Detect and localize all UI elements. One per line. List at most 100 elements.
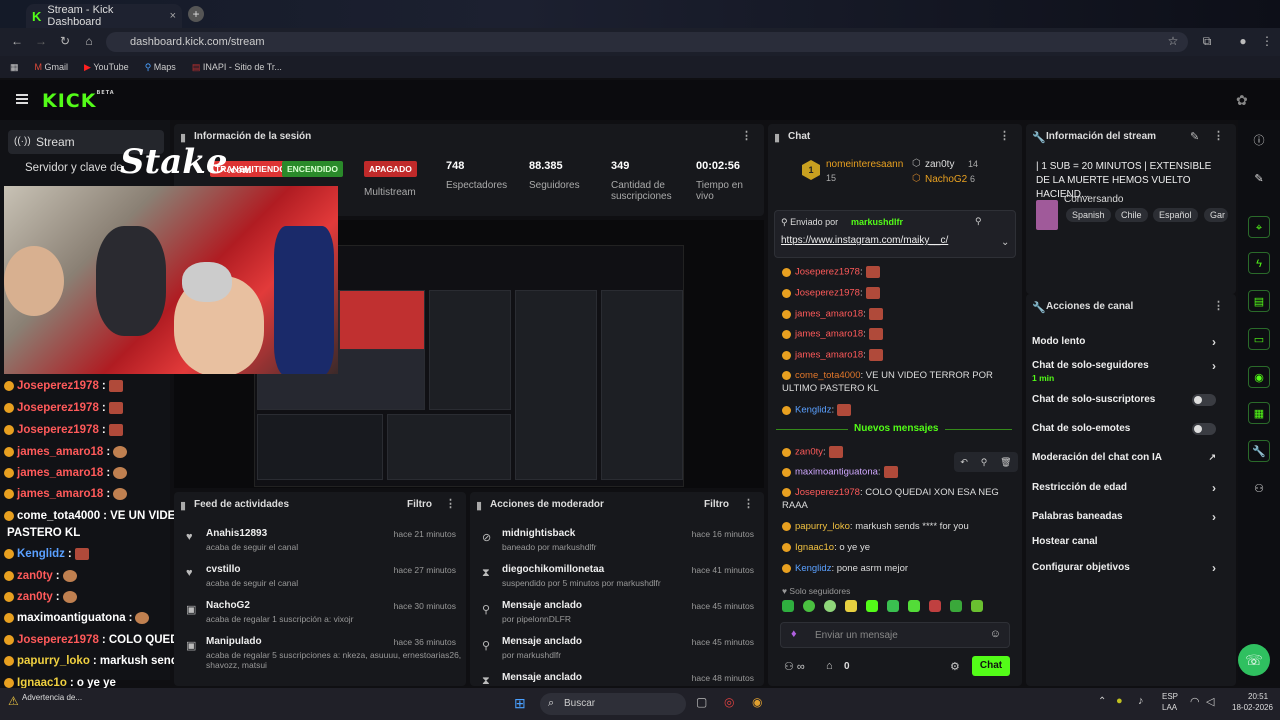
bookmark-youtube[interactable]: ▶ YouTube: [84, 62, 129, 73]
chevron-right-icon[interactable]: ›: [1212, 561, 1216, 575]
channel-action-row[interactable]: Hostear canal: [1032, 536, 1228, 547]
channel-action-row[interactable]: Modo lento ›: [1032, 335, 1228, 349]
chat-message[interactable]: ULTIMO PASTERO KL: [782, 383, 879, 394]
reply-icon[interactable]: ↶: [960, 457, 968, 468]
url-input[interactable]: dashboard.kick.com/stream: [106, 32, 1188, 52]
chat-username[interactable]: maximoantiguatona: [795, 467, 878, 478]
chrome-icon[interactable]: ◉: [752, 695, 762, 709]
support-icon[interactable]: ☏: [1238, 644, 1270, 676]
top-user-1-name[interactable]: nomeinteresaann: [826, 159, 903, 170]
chevron-right-icon[interactable]: ›: [1212, 510, 1216, 524]
profile-avatar[interactable]: ●: [1236, 34, 1250, 48]
top-user-2-name[interactable]: zan0ty: [925, 159, 954, 170]
channel-action-row[interactable]: Configurar objetivos ›: [1032, 561, 1228, 575]
chat-username[interactable]: Joseperez1978: [795, 288, 860, 299]
toggle-switch[interactable]: [1192, 423, 1216, 435]
chevron-right-icon[interactable]: ›: [1212, 335, 1216, 349]
wifi-icon[interactable]: ◠: [1190, 695, 1200, 708]
bookmark-maps[interactable]: ⚲ Maps: [145, 62, 176, 73]
emoji-icon[interactable]: ☺: [990, 628, 1001, 640]
chat-message[interactable]: Kenglidz: pone asrm mejor: [782, 563, 908, 574]
tray-app-icon[interactable]: ●: [1116, 695, 1123, 707]
chat-input[interactable]: ♦ Enviar un mensaje ☺: [780, 622, 1010, 648]
emote-1[interactable]: [782, 600, 794, 612]
chat-username[interactable]: Kenglidz: [795, 405, 831, 416]
chat-message[interactable]: Joseperez1978:: [782, 287, 880, 299]
list-item[interactable]: ♥ Anahis12893 acaba de seguir el canal hace…: [174, 524, 466, 558]
list-item[interactable]: ⚲ Mensaje anclado por markushdlfr hace 45 m…: [470, 632, 764, 666]
channel-action-row[interactable]: Chat de solo-suscriptores: [1032, 394, 1228, 406]
windows-start-icon[interactable]: ⊞: [514, 695, 526, 712]
emote-6[interactable]: [887, 600, 899, 612]
chat-message[interactable]: come_tota4000: VE UN VIDEO TERROR POR: [782, 370, 993, 381]
tray-chevron-icon[interactable]: ⌃: [1098, 696, 1106, 707]
chat-message[interactable]: james_amaro18:: [782, 308, 883, 320]
chat-username[interactable]: james_amaro18: [795, 329, 863, 340]
sidebar-item-server-key[interactable]: Servidor y clave de: [25, 162, 123, 174]
reload-icon[interactable]: ↻: [58, 34, 72, 48]
info-rail-icon[interactable]: ⓘ: [1248, 130, 1270, 152]
list-item[interactable]: ⊘ midnightisback baneado por markushdlfr ha…: [470, 524, 764, 558]
chat-message[interactable]: papurry_loko: markush sends **** for you: [782, 521, 969, 532]
list-item[interactable]: ♥ cvstillo acaba de seguir el canal hace 27…: [174, 560, 466, 594]
home-icon[interactable]: ⌂: [82, 34, 96, 48]
chat-message[interactable]: Kenglidz:: [782, 404, 852, 416]
volume-icon[interactable]: ◁: [1206, 695, 1214, 708]
new-tab-button[interactable]: +: [188, 6, 204, 22]
edit-icon[interactable]: ✎: [1190, 130, 1199, 143]
chat-rail-icon[interactable]: ▭: [1248, 328, 1270, 350]
chat-username[interactable]: Joseperez1978: [795, 487, 860, 498]
browser-menu-icon[interactable]: ⋮: [1260, 34, 1274, 48]
top-user-3-name[interactable]: NachoG2: [925, 174, 967, 185]
emote-2[interactable]: [803, 600, 815, 612]
emote-4[interactable]: [845, 600, 857, 612]
chevron-right-icon[interactable]: ›: [1212, 481, 1216, 495]
actions-menu-icon[interactable]: ⋮: [1213, 299, 1224, 312]
emote-3[interactable]: [824, 600, 836, 612]
layers-rail-icon[interactable]: ▦: [1248, 402, 1270, 424]
document-rail-icon[interactable]: ▤: [1248, 290, 1270, 312]
channel-action-row[interactable]: Chat de solo-seguidores 1 min ›: [1032, 359, 1228, 383]
info-menu-icon[interactable]: ⋮: [1213, 129, 1224, 142]
category-name[interactable]: Conversando: [1064, 194, 1123, 205]
pencil-rail-icon[interactable]: ✎: [1248, 168, 1270, 190]
list-item[interactable]: ▣ Manipulado acaba de regalar 5 suscripcio…: [174, 632, 466, 670]
emote-7[interactable]: [908, 600, 920, 612]
send-chat-button[interactable]: Chat: [972, 656, 1010, 676]
emote-5[interactable]: [866, 600, 878, 612]
chat-message[interactable]: zan0ty:: [782, 446, 843, 458]
pin-icon[interactable]: ⚲: [975, 216, 982, 227]
browser-tab[interactable]: K Stream - Kick Dashboard ×: [26, 4, 182, 28]
mic-icon[interactable]: ♪: [1138, 695, 1144, 707]
apps-icon[interactable]: ▦: [10, 62, 19, 73]
chat-username[interactable]: Ignaac1o: [795, 542, 834, 553]
taskbar-time[interactable]: 20:51: [1248, 692, 1268, 701]
chat-message[interactable]: RAAA: [782, 500, 808, 511]
taskbar-notice[interactable]: Advertencia de...: [22, 693, 82, 702]
extensions-icon[interactable]: ⧉: [1200, 34, 1214, 48]
chat-username[interactable]: james_amaro18: [795, 350, 863, 361]
category-thumbnail[interactable]: [1036, 200, 1058, 230]
chevron-down-icon[interactable]: ⌄: [1001, 237, 1009, 248]
list-item[interactable]: ⧗ diegochikomillonetaa suspendido por 5 mi…: [470, 560, 764, 594]
chat-message[interactable]: james_amaro18:: [782, 328, 883, 340]
chat-username[interactable]: zan0ty: [795, 447, 823, 458]
forward-icon[interactable]: →: [34, 34, 48, 48]
broadcast-rail-icon[interactable]: ◉: [1248, 366, 1270, 388]
list-item[interactable]: ▣ NachoG2 acaba de regalar 1 suscripción a…: [174, 596, 466, 630]
language-indicator-2[interactable]: LAA: [1162, 703, 1177, 712]
session-menu-icon[interactable]: ⋮: [741, 129, 752, 142]
chat-message[interactable]: james_amaro18:: [782, 349, 883, 361]
channel-action-row[interactable]: Chat de solo-emotes: [1032, 423, 1228, 435]
external-link-icon[interactable]: ↗: [1208, 452, 1216, 463]
pinned-link[interactable]: https://www.instagram.com/maiky__c/: [781, 235, 948, 246]
feed-menu-icon[interactable]: ⋮: [445, 497, 456, 510]
chat-username[interactable]: Joseperez1978: [795, 267, 860, 278]
channel-action-row[interactable]: Moderación del chat con IA ↗: [1032, 452, 1228, 463]
user-avatar-icon[interactable]: ✿: [1236, 92, 1248, 109]
emote-10[interactable]: [971, 600, 983, 612]
moderator-menu-icon[interactable]: ⋮: [743, 497, 754, 510]
chat-message[interactable]: maximoantiguatona:: [782, 466, 898, 478]
emote-8[interactable]: [929, 600, 941, 612]
emote-9[interactable]: [950, 600, 962, 612]
